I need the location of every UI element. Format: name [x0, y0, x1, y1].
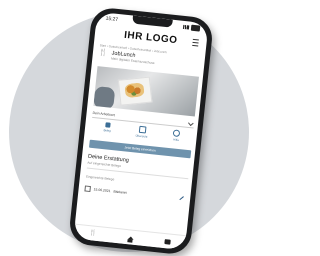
phone-mockup: 15:27 IHR LOGO Start › Gutscheinheft › G…	[67, 6, 215, 256]
bottom-nav: 🍴	[73, 223, 187, 251]
status-time: 15:27	[105, 15, 119, 23]
document-icon	[138, 125, 147, 134]
chevron-down-icon	[187, 120, 193, 126]
action-label: Hilfe	[173, 137, 180, 142]
battery-icon	[190, 24, 201, 32]
action-label: Übersicht	[135, 133, 148, 139]
home-icon[interactable]	[127, 235, 134, 240]
signal-icon	[182, 24, 190, 30]
action-label: Beleg	[103, 128, 111, 133]
bag-icon[interactable]	[163, 238, 171, 245]
help-icon	[172, 129, 181, 138]
hero-image	[93, 66, 199, 117]
receipt-vendor: Bäckerei	[113, 189, 127, 195]
receipt-date: 15.06.2021	[93, 187, 111, 194]
action-overview[interactable]: Übersicht	[135, 125, 148, 141]
hamburger-menu-icon[interactable]	[192, 38, 199, 47]
employer-select-value: Dein Arbeitsort	[92, 110, 115, 118]
action-help[interactable]: Hilfe	[172, 129, 181, 144]
cutlery-icon: 🍴	[98, 49, 108, 58]
edit-pencil-icon[interactable]	[179, 196, 184, 201]
receipt-row[interactable]: 15.06.2021 Bäckerei	[84, 183, 186, 204]
receipts-label: Eingereichte Belege	[85, 174, 115, 182]
food-box-image	[117, 76, 153, 106]
receipt-icon	[104, 122, 111, 128]
logo: IHR LOGO	[123, 29, 178, 46]
cutlery-icon[interactable]: 🍴	[89, 230, 97, 237]
receipt-checkbox[interactable]	[84, 185, 91, 193]
phone-screen: 15:27 IHR LOGO Start › Gutscheinheft › G…	[73, 11, 209, 251]
status-icons	[182, 24, 201, 32]
action-receipt[interactable]: Beleg	[103, 122, 112, 137]
hand-image	[93, 85, 116, 110]
